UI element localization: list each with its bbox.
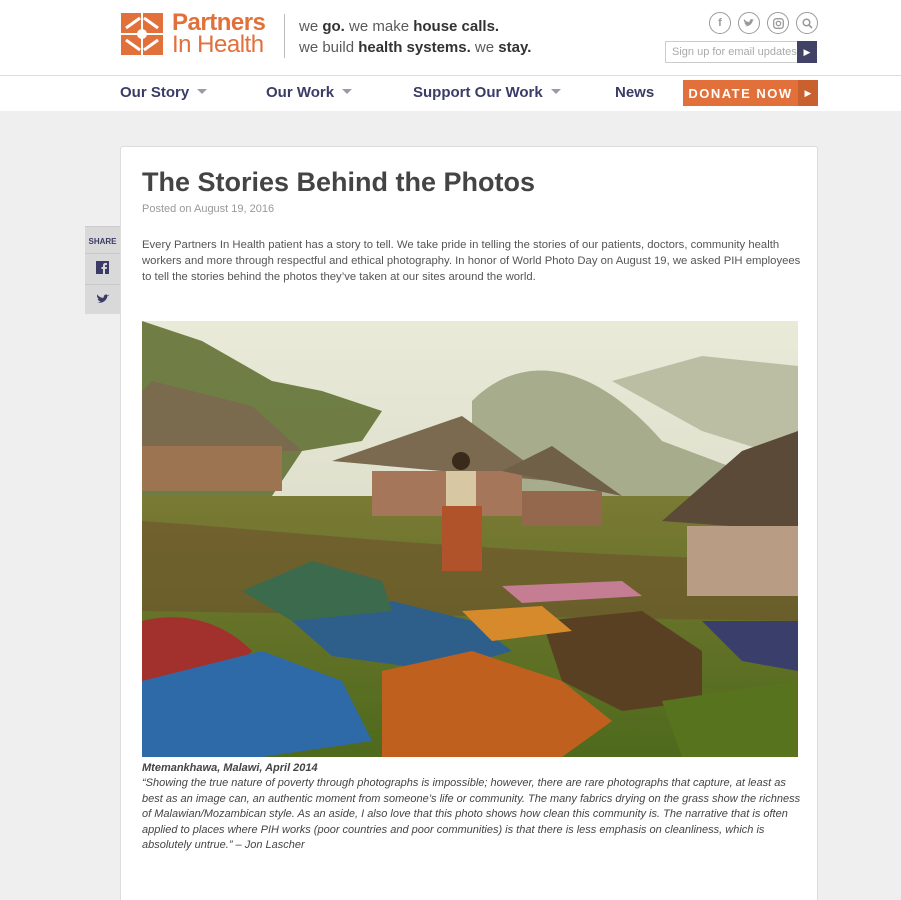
search-icon[interactable] [796, 12, 818, 34]
tagline-text: we [299, 18, 323, 35]
caption-text: “Showing the true nature of poverty thro… [142, 777, 801, 852]
nav-item-our-work[interactable]: Our Work [266, 84, 353, 101]
play-arrow-icon: ▶ [803, 46, 811, 57]
logo-mark-icon [120, 12, 164, 56]
chevron-down-icon [550, 89, 561, 94]
nav-item-label: Our Work [266, 84, 335, 101]
email-signup: Sign up for email updates ▶ [665, 41, 817, 63]
chevron-down-icon [197, 89, 208, 94]
logo-text-line2: In Health [172, 31, 264, 58]
tagline-text: we [470, 39, 499, 56]
nav-item-news[interactable]: News [615, 84, 654, 101]
header-divider [284, 14, 285, 58]
share-facebook-button[interactable] [85, 253, 120, 284]
donate-now-label: DONATE NOW [688, 85, 793, 101]
tagline: we go. we make house calls. we build hea… [299, 16, 531, 58]
tagline-line2: we build health systems. we stay. [299, 37, 531, 58]
article-photo [142, 321, 798, 757]
site-header: Partners In Health we go. we make house … [0, 0, 901, 76]
nav-item-support-our-work[interactable]: Support Our Work [413, 84, 561, 101]
share-rail: SHARE [85, 226, 120, 314]
posted-date: Posted on August 19, 2016 [142, 203, 275, 215]
email-signup-input[interactable]: Sign up for email updates [665, 41, 797, 63]
tagline-line1: we go. we make house calls. [299, 16, 531, 37]
twitter-icon [96, 293, 110, 308]
share-twitter-button[interactable] [85, 284, 120, 315]
photo-caption: Mtemankhawa, Malawi, April 2014 “Showing… [142, 761, 802, 853]
pih-logo[interactable]: Partners In Health [120, 11, 266, 58]
tagline-text: we make [344, 18, 414, 35]
nav-item-our-story[interactable]: Our Story [120, 84, 208, 101]
tagline-bold: go. [322, 18, 345, 35]
caption-place: Mtemankhawa, Malawi, April 2014 [142, 762, 318, 774]
facebook-icon[interactable]: f [709, 12, 731, 34]
donate-now-button[interactable]: DONATE NOW ▶ [683, 80, 818, 106]
share-label: SHARE [88, 237, 117, 246]
tagline-text: we build [299, 39, 359, 56]
tagline-bold: stay. [498, 39, 532, 56]
nav-item-label: News [615, 84, 655, 101]
article-title: The Stories Behind the Photos [142, 167, 536, 197]
tagline-bold: health systems. [358, 39, 471, 56]
email-signup-submit-button[interactable]: ▶ [797, 41, 817, 63]
facebook-icon [96, 261, 109, 277]
article-intro: Every Partners In Health patient has a s… [142, 239, 801, 283]
main-nav: Our Story Our Work Support Our Work News… [0, 76, 901, 111]
play-arrow-icon: ▶ [798, 80, 818, 106]
nav-item-label: Our Story [120, 84, 190, 101]
tagline-bold: house calls. [413, 18, 500, 35]
chevron-down-icon [342, 89, 353, 94]
twitter-icon[interactable] [738, 12, 760, 34]
nav-item-label: Support Our Work [413, 84, 543, 101]
instagram-icon[interactable] [767, 12, 789, 34]
article-card: The Stories Behind the Photos Posted on … [120, 146, 818, 900]
social-links: f [709, 12, 818, 34]
